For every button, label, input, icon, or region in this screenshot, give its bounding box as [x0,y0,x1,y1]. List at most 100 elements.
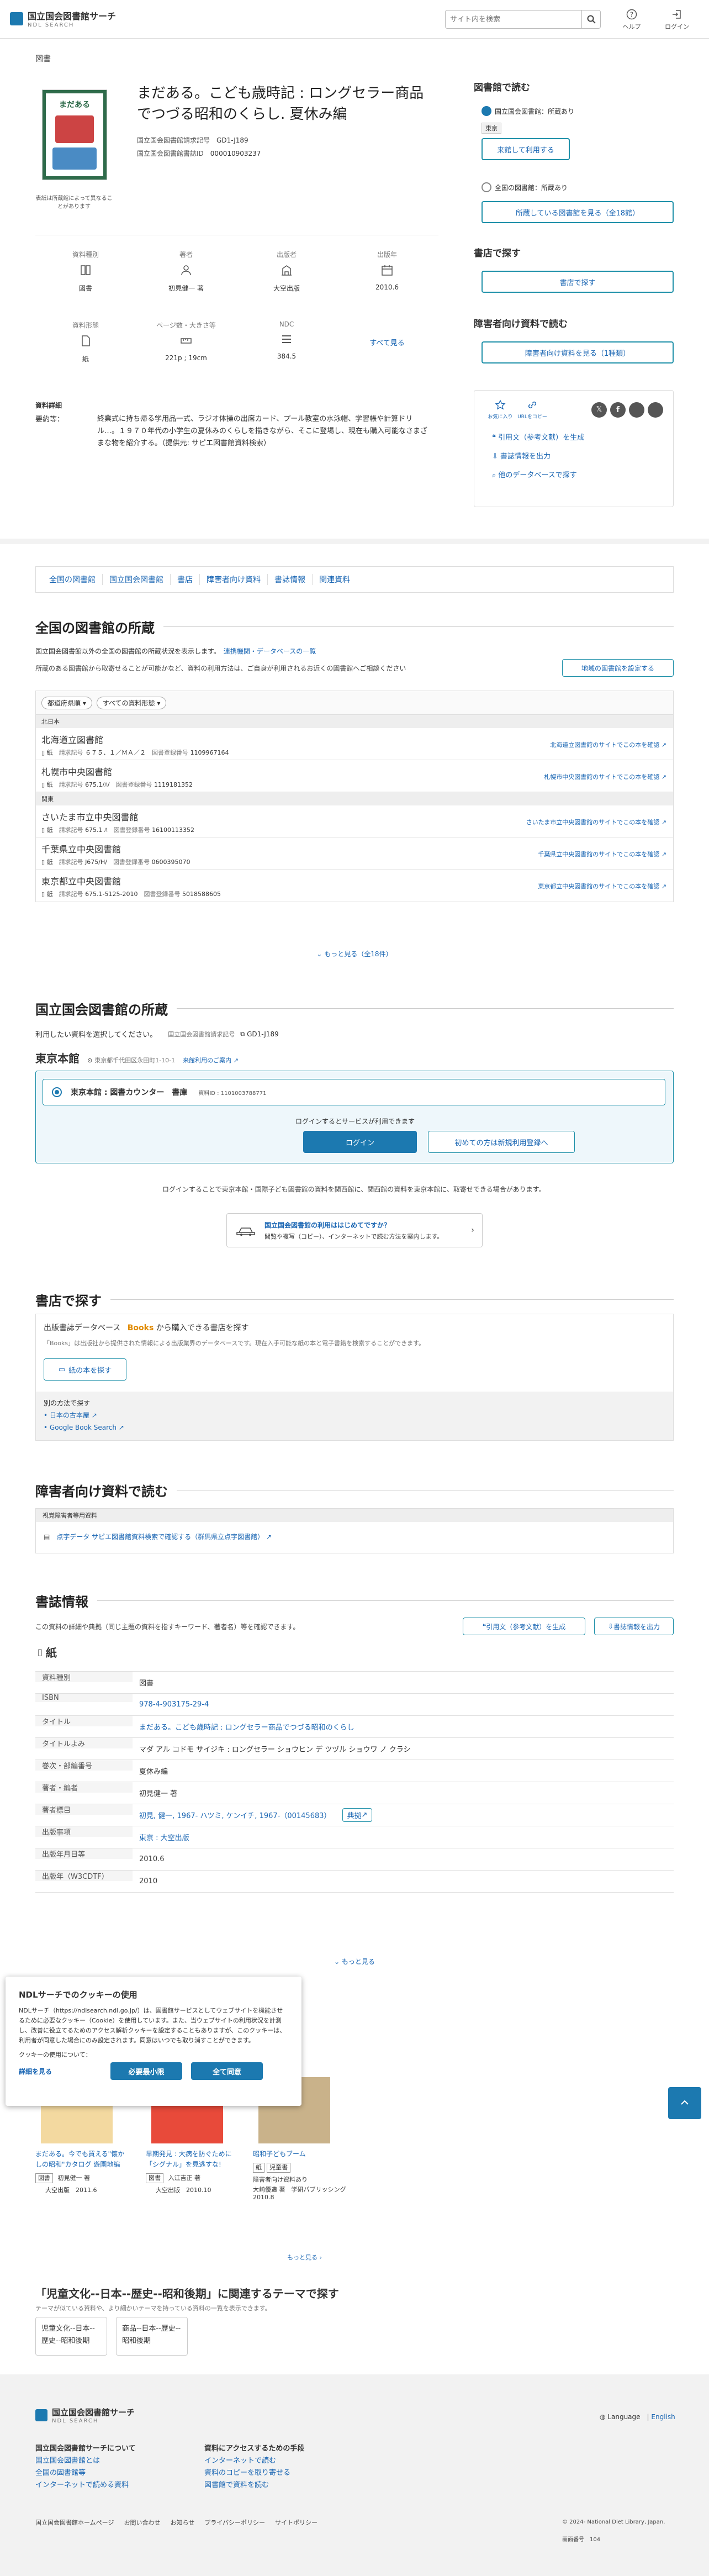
tab-national[interactable]: 全国の図書館 [43,574,103,585]
calendar-icon [382,265,393,276]
footer-link[interactable]: 資料のコピーを取り寄せる [204,2467,304,2479]
facet-pages: ページ数・大きさ等 221p ; 19cm [156,322,216,362]
footer-bottom-link[interactable]: お問い合わせ [124,2518,160,2527]
library-link[interactable]: 東京都立中央図書館のサイトでこの本を確認 ↗ [538,882,666,891]
theme-desc: テーマが似ている資料や、より細かいテーマを持っている資料の一覧を表示できます。 [35,2305,271,2312]
footer-link[interactable]: 国立国会図書館とは [35,2455,136,2467]
facet-type: 資料種別 図書 [72,251,99,292]
visit-button[interactable]: 来館して利用する [482,138,570,160]
disab-title: 障害者向け資料で読む [35,1484,168,1499]
cite-link[interactable]: ❝ 引用文（参考文献）を生成 [492,429,663,447]
facebook-share-icon[interactable]: f [610,402,626,418]
radio-selected-icon[interactable] [52,1087,62,1097]
google-books-link[interactable]: • Google Book Search ↗ [44,1421,665,1434]
footer-bottom-link[interactable]: プライバシーポリシー [204,2518,265,2527]
theme-chip[interactable]: 児童文化--日本--歴史--昭和後期 [35,2317,107,2356]
table-row: 出版事項 東京 : 大空出版 [35,1826,674,1848]
related-more-link[interactable]: もっと見る › [287,2253,322,2262]
braille-link[interactable]: ▤ 点字データ サピエ図書館資料検索で確認する（群馬県立点字図書館） ↗ [36,1522,673,1551]
export-link[interactable]: ⇩ 書誌情報を出力 [492,447,663,466]
tab-related[interactable]: 関連資料 [313,574,357,585]
copy-icon[interactable]: ⧉ [240,1030,245,1038]
login-icon [673,10,681,19]
disability-button[interactable]: 障害者向け資料を見る（1種類） [482,341,674,364]
tab-disability[interactable]: 障害者向け資料 [200,574,268,585]
link-icon [528,401,537,409]
library-link[interactable]: 北海道立図書館のサイトでこの本を確認 ↗ [550,740,666,749]
copy-url-button[interactable]: URLをコピー [516,399,548,420]
line-share-icon[interactable] [629,402,644,418]
paper-icon: ▯ [41,826,45,834]
search-input[interactable] [446,10,581,28]
footer-bottom-link[interactable]: お知らせ [170,2518,194,2527]
back-to-top-button[interactable] [668,2087,701,2119]
kosho-link[interactable]: • 日本の古本屋 ↗ [44,1409,665,1421]
footer-link[interactable]: 図書館で資料を読む [204,2479,304,2491]
ndl-item-row[interactable]: 東京本館 : 図書カウンター 書庫 資料ID : 1101003788771 [43,1079,665,1105]
disab-box: 視覚障害者等用資料 ▤ 点字データ サピエ図書館資料検索で確認する（群馬県立点字… [35,1508,674,1553]
store-button[interactable]: 書店で探す [482,271,674,293]
tab-biblio[interactable]: 書誌情報 [268,574,313,585]
more-libraries-link[interactable]: ⌄ もっと見る（全18件） [0,949,709,958]
see-all-link[interactable]: すべて見る [337,320,437,380]
footer-link[interactable]: 全国の図書館等 [35,2467,136,2479]
library-link[interactable]: さいたま市立中央図書館のサイトでこの本を確認 ↗ [526,818,666,826]
library-link[interactable]: 札幌市中央図書館のサイトでこの本を確認 ↗ [544,772,666,781]
table-row: タイトルよみ マダ アル コドモ サイジキ : ロングセラー ショウヒン デ ツヅ… [35,1738,674,1760]
footer-link[interactable]: インターネットで読む [204,2455,304,2467]
ndl-desc: 利用したい資料を選択してください。 [35,1031,157,1039]
book-cover: まだある [42,89,107,180]
table-row: 巻次・部編番号 夏休み編 [35,1760,674,1782]
ndl-item-box: 東京本館 : 図書カウンター 書庫 資料ID : 1101003788771 ロ… [35,1071,674,1163]
ndl-hold: 国立国会図書館：所蔵あり [495,107,575,115]
favorite-button[interactable]: お気に入り [484,399,516,420]
table-row: 出版年（W3CDTF） 2010 [35,1871,674,1893]
ndl-note: ログインすることで東京本館・国際子ども図書館の資料を関西館に、関西館の資料を東京… [162,1186,546,1193]
register-button[interactable]: 初めての方は新規利用登録へ [428,1131,575,1153]
biblio-more-link[interactable]: ⌄ もっと見る [0,1957,709,1966]
footer-bottom-link[interactable]: サイトポリシー [275,2518,318,2527]
biblio-export-button[interactable]: ⇩ 書誌情報を出力 [594,1618,674,1635]
x-share-icon[interactable]: 𝕏 [591,402,607,418]
logo-en: NDL SEARCH [28,22,75,28]
type-select[interactable]: すべての資料形態 ▾ [96,696,167,709]
theme-chip[interactable]: 商品--日本--歴史--昭和後期 [116,2317,188,2356]
site-logo[interactable]: 国立国会図書館サーチ NDL SEARCH [10,9,116,28]
filter-bar: 都道府県順 ▾ すべての資料形態 ▾ [35,691,674,715]
cover-text: まだある [59,101,90,109]
partners-link[interactable]: 連携機関・データベースの一覧 [224,647,316,655]
footer-link[interactable]: インターネットで読める資料 [35,2479,136,2491]
table-row: タイトル まだある。こども歳時記 : ロングセラー商品でつづる昭和のくらし [35,1716,674,1738]
footer-bottom-link[interactable]: 国立国会図書館ホームページ [35,2518,114,2527]
library-link[interactable]: 千葉県立中央図書館のサイトでこの本を確認 ↗ [538,850,666,858]
first-time-guide[interactable]: 国立国会図書館の利用ははじめてですか？ 閲覧や複写（コピー）、インターネットで読… [226,1213,483,1247]
cookie-detail-link[interactable]: 詳細を見る [19,2067,110,2076]
ndl-login-button[interactable]: ログイン [303,1131,417,1153]
call-label: 国立国会図書館請求記号 [137,136,210,144]
login-button[interactable]: ログイン [660,9,694,31]
biblio-cite-button[interactable]: ❝ 引用文（参考文献）を生成 [463,1618,585,1635]
disab-head: 視覚障害者等用資料 [36,1509,673,1522]
tab-store[interactable]: 書店 [171,574,200,585]
table-row: 著者標目 初見, 健一, 1967- ハツミ, ケンイチ, 1967-（00145… [35,1804,674,1826]
breadcrumb: 図書 [35,55,51,64]
paper-book-button[interactable]: ▭ 紙の本を探す [44,1358,126,1381]
mail-share-icon[interactable] [648,402,663,418]
ndl-call: GD1-J189 [247,1030,279,1038]
set-library-button[interactable]: 地域の図書館を設定する [562,659,674,677]
cookie-minimal-button[interactable]: 必要最小限 [110,2062,182,2080]
pin-icon: ⊙ [87,1057,93,1064]
other-db-link[interactable]: ⌕ 他のデータベースで探す [492,466,663,485]
help-button[interactable]: ? ヘルプ [618,9,645,31]
reg-label: 国立国会図書館書誌ID [137,150,204,157]
english-link[interactable]: English [651,2413,675,2421]
pub-libraries-button[interactable]: 所蔵している図書館を見る（全18館） [482,201,674,223]
search-button[interactable] [581,10,600,28]
help-label: ヘルプ [622,23,641,30]
sort-select[interactable]: 都道府県順 ▾ [41,696,92,709]
authority-button[interactable]: 典拠 ↗ [342,1808,373,1822]
cookie-title: NDLサーチでのクッキーの使用 [19,1990,137,2000]
visit-guide-link[interactable]: 来館利用のご案内 ↗ [183,1056,239,1065]
cookie-accept-button[interactable]: 全て同意 [191,2062,263,2080]
tab-ndl[interactable]: 国立国会図書館 [103,574,171,585]
